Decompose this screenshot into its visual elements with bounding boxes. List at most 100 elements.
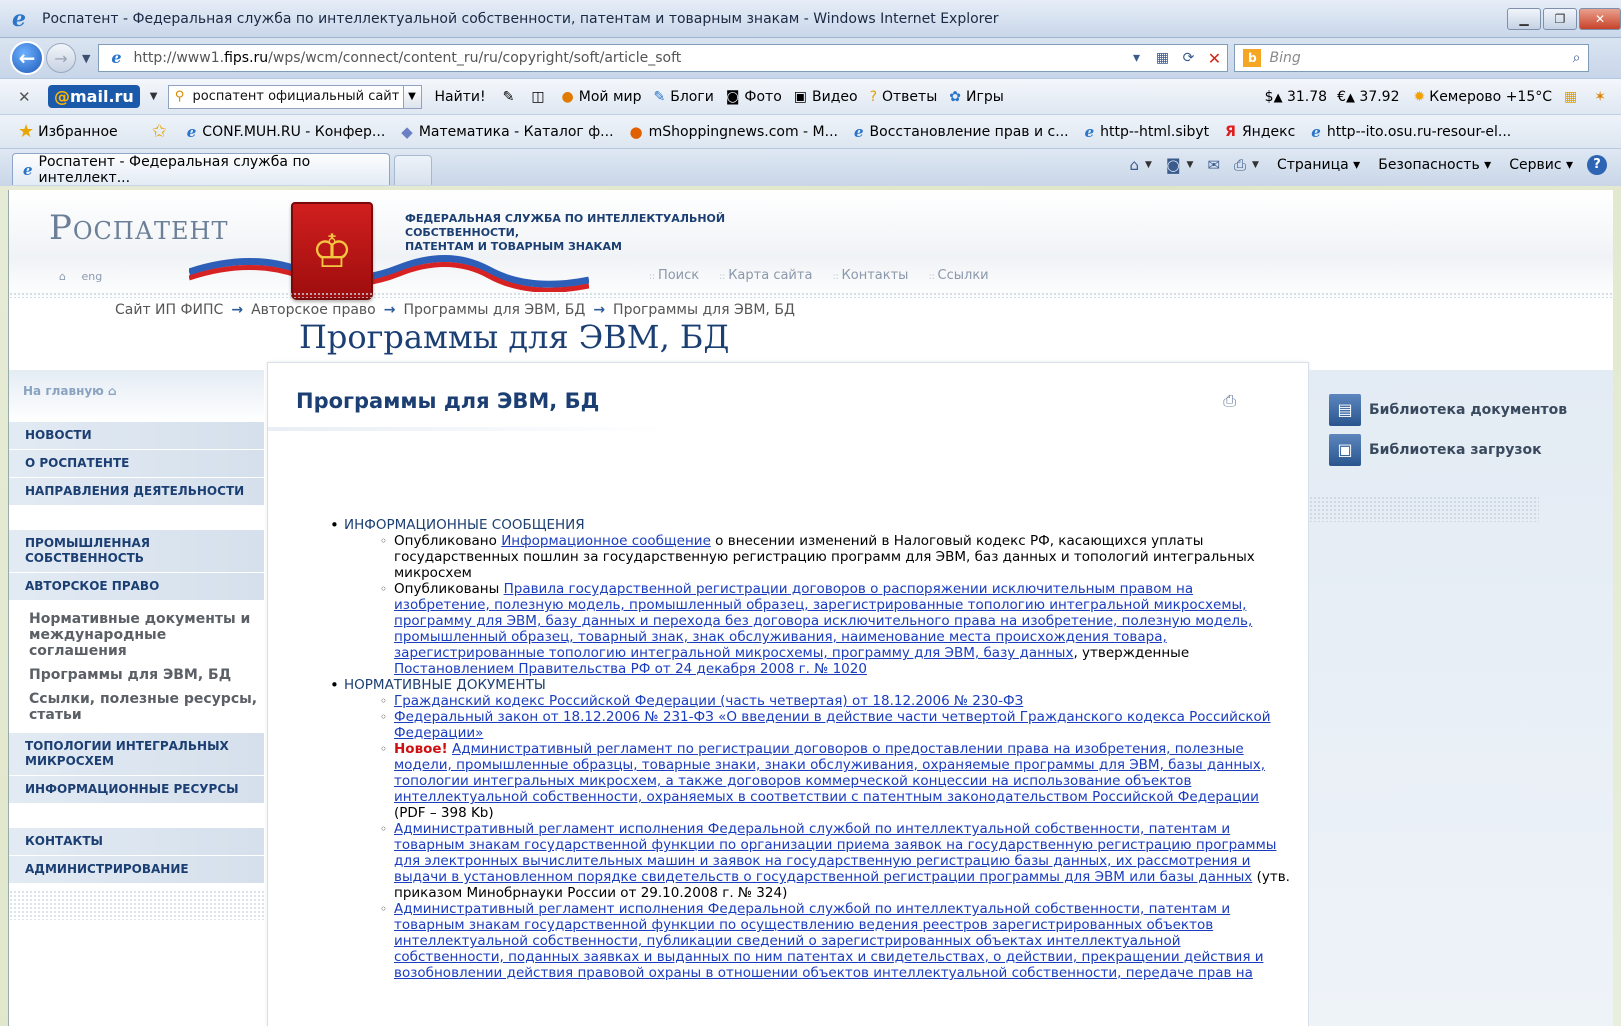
list-section: НОРМАТИВНЫЕ ДОКУМЕНТЫ Гражданский кодекс… — [330, 677, 1290, 981]
close-window-button[interactable]: ✕ — [1579, 8, 1621, 30]
decree-link[interactable]: Постановлением Правительства РФ от 24 де… — [394, 661, 867, 677]
federal-law-link[interactable]: Федеральный закон от 18.12.2006 № 231-ФЗ… — [394, 709, 1271, 741]
help-icon[interactable]: ? — [1587, 155, 1607, 175]
mailru-search-input[interactable]: роспатент официальный сайт — [191, 89, 403, 104]
page-search-icon[interactable]: ◫ — [531, 89, 549, 105]
back-button[interactable]: ← — [10, 41, 44, 75]
search-box[interactable]: b Bing ⌕ — [1234, 44, 1590, 72]
find-button[interactable]: Найти! — [430, 86, 491, 108]
toolbar-item-video[interactable]: ▣ Видео — [794, 89, 858, 105]
favorites-button[interactable]: Избранное — [38, 124, 118, 140]
nav-item-contacts[interactable]: Контакты — [9, 828, 264, 856]
recent-pages-dropdown[interactable]: ▼ — [82, 52, 90, 65]
mailru-logo[interactable]: @mail.ru — [48, 85, 140, 108]
nav-item-topologies[interactable]: Топологии интегральных микросхем — [9, 733, 264, 776]
breadcrumb-item[interactable]: Авторское право — [251, 302, 376, 318]
favorites-star-icon: ★ — [18, 121, 35, 142]
favorite-link[interactable]: e http--html.sibyt — [1085, 123, 1210, 141]
nav-item-directions[interactable]: Направления деятельности — [9, 478, 264, 506]
contacts-link[interactable]: Контакты — [833, 268, 909, 283]
mailru-search-dropdown[interactable]: ▼ — [402, 85, 421, 108]
nav-home-link[interactable]: На главную ⌂ — [9, 370, 264, 422]
toolbar-item-igry[interactable]: ✿ Игры — [949, 89, 1004, 105]
url-text[interactable]: http://www1.fips.ru/wps/wcm/connect/cont… — [133, 50, 1123, 66]
map-icon[interactable]: ▦ — [1564, 89, 1582, 105]
new-tab-button[interactable] — [394, 155, 432, 185]
minimize-button[interactable]: ▁ — [1507, 8, 1541, 30]
nav-item-industrial-property[interactable]: Промышленная собственность — [9, 530, 264, 573]
nav-subitem-normative-docs[interactable]: Нормативные документы и международные со… — [9, 607, 264, 663]
page-menu[interactable]: Страница ▾ — [1277, 157, 1360, 173]
nav-item-info-resources[interactable]: Информационные ресурсы — [9, 776, 264, 804]
refresh-icon[interactable]: ⟳ — [1175, 50, 1201, 66]
lang-link[interactable]: eng — [81, 270, 102, 283]
close-toolbar-icon[interactable]: ✕ — [18, 88, 38, 106]
coat-of-arms-emblem[interactable]: ♔ — [291, 202, 373, 300]
tools-menu[interactable]: Сервис ▾ — [1509, 157, 1573, 173]
weather-text[interactable]: Кемерово +15°C — [1429, 89, 1552, 105]
restore-button[interactable]: ❐ — [1543, 8, 1577, 30]
civil-code-link[interactable]: Гражданский кодекс Российской Федерации … — [394, 693, 1023, 709]
favorite-link[interactable]: Я Яндекс — [1225, 124, 1295, 140]
more-icon[interactable]: ✶ — [1594, 89, 1611, 105]
toolbar-item-blogi[interactable]: ✎ Блоги — [654, 89, 714, 105]
favorite-link[interactable]: ● mShoppingnews.com - M... — [630, 123, 838, 141]
content-panel: Программы для ЭВМ, БД ⎙ ИНФОРМАЦИОННЫЕ С… — [267, 362, 1309, 1026]
links-link[interactable]: Ссылки — [929, 268, 989, 283]
breadcrumb-item[interactable]: Программы для ЭВМ, БД — [403, 302, 585, 318]
address-dropdown-icon[interactable]: ▾ — [1123, 50, 1149, 66]
print-dropdown[interactable]: ▼ — [1252, 160, 1259, 170]
downloads-library-link[interactable]: ▣ Библиотека загрузок — [1329, 434, 1613, 466]
search-icon[interactable]: ⌕ — [1573, 50, 1581, 66]
nav-subitem-software-db[interactable]: Программы для ЭВМ, БД — [9, 663, 264, 687]
breadcrumb-item[interactable]: Программы для ЭВМ, БД — [613, 302, 795, 318]
home-dropdown[interactable]: ▼ — [1145, 160, 1152, 170]
usd-rate[interactable]: $▲ 31.78 — [1265, 89, 1327, 105]
nav-item-news[interactable]: Новости — [9, 422, 264, 450]
compatibility-view-icon[interactable]: ▦ — [1149, 50, 1175, 66]
site-logo[interactable]: Роспатент — [49, 208, 229, 248]
window-controls: ▁ ❐ ✕ — [1505, 8, 1621, 30]
toolbar-item-foto[interactable]: ◙ Фото — [726, 89, 782, 105]
admin-regulation-link[interactable]: Административный регламент исполнения Фе… — [394, 901, 1264, 981]
favorite-link[interactable]: e http--ito.osu.ru-resour-el... — [1311, 123, 1511, 141]
eur-rate[interactable]: €▲ 37.92 — [1337, 89, 1399, 105]
highlight-icon[interactable]: ✎ — [503, 89, 520, 105]
nav-item-admin[interactable]: Администрирование — [9, 856, 264, 884]
print-icon[interactable]: ⎙ — [1234, 156, 1246, 174]
tab-active[interactable]: e Роспатент - Федеральная служба по инте… — [12, 153, 390, 186]
toolbar-item-moy-mir[interactable]: ● Мой мир — [562, 89, 642, 105]
content-title: Программы для ЭВМ, БД — [296, 389, 600, 413]
home-icon[interactable]: ⌂ — [1130, 156, 1140, 174]
list-item: Опубликованы Правила государственной рег… — [380, 581, 1290, 677]
search-link[interactable]: Поиск — [649, 268, 699, 283]
nav-item-copyright[interactable]: Авторское право — [9, 573, 264, 601]
info-message-link[interactable]: Информационное сообщение — [501, 533, 711, 549]
nav-subitem-links[interactable]: Ссылки, полезные ресурсы, статьи — [9, 687, 264, 727]
add-favorite-icon[interactable]: ✩ — [134, 121, 171, 142]
document-library-link[interactable]: ▤ Библиотека документов — [1329, 394, 1613, 426]
favorite-link[interactable]: e Восстановление прав и с... — [854, 123, 1069, 141]
mail-icon[interactable]: ✉ — [1207, 156, 1220, 174]
search-input[interactable]: Bing — [1269, 50, 1572, 66]
forward-button[interactable]: → — [46, 43, 76, 73]
feeds-icon[interactable]: ◙ — [1166, 156, 1181, 174]
safety-menu[interactable]: Безопасность ▾ — [1378, 157, 1491, 173]
list-section: ИНФОРМАЦИОННЫЕ СООБЩЕНИЯ Опубликовано Ин… — [330, 517, 1290, 677]
breadcrumb-item[interactable]: Сайт ИП ФИПС — [115, 302, 223, 318]
print-version-icon[interactable]: ⎙ — [1223, 391, 1236, 411]
favorite-link[interactable]: e CONF.MUH.RU - Конфер... — [187, 123, 386, 141]
address-field[interactable]: e http://www1.fips.ru/wps/wcm/connect/co… — [98, 44, 1229, 72]
mailru-search[interactable]: ⚲ роспатент официальный сайт ▼ — [167, 84, 422, 109]
admin-regulation-link[interactable]: Административный регламент по регистраци… — [394, 741, 1265, 805]
sitemap-link[interactable]: Карта сайта — [719, 268, 812, 283]
toolbar-item-otvety[interactable]: ? Ответы — [870, 89, 938, 105]
flag-ribbon — [189, 255, 589, 292]
home-icon[interactable]: ⌂ — [59, 270, 66, 283]
nav-item-about[interactable]: О Роспатенте — [9, 450, 264, 478]
feeds-dropdown[interactable]: ▼ — [1187, 160, 1194, 170]
admin-regulation-link[interactable]: Административный регламент исполнения Фе… — [394, 821, 1276, 885]
stop-icon[interactable]: ✕ — [1201, 49, 1227, 68]
mailru-menu-dropdown[interactable]: ▼ — [150, 91, 158, 102]
favorite-link[interactable]: ◆ Математика - Каталог ф... — [401, 123, 613, 141]
